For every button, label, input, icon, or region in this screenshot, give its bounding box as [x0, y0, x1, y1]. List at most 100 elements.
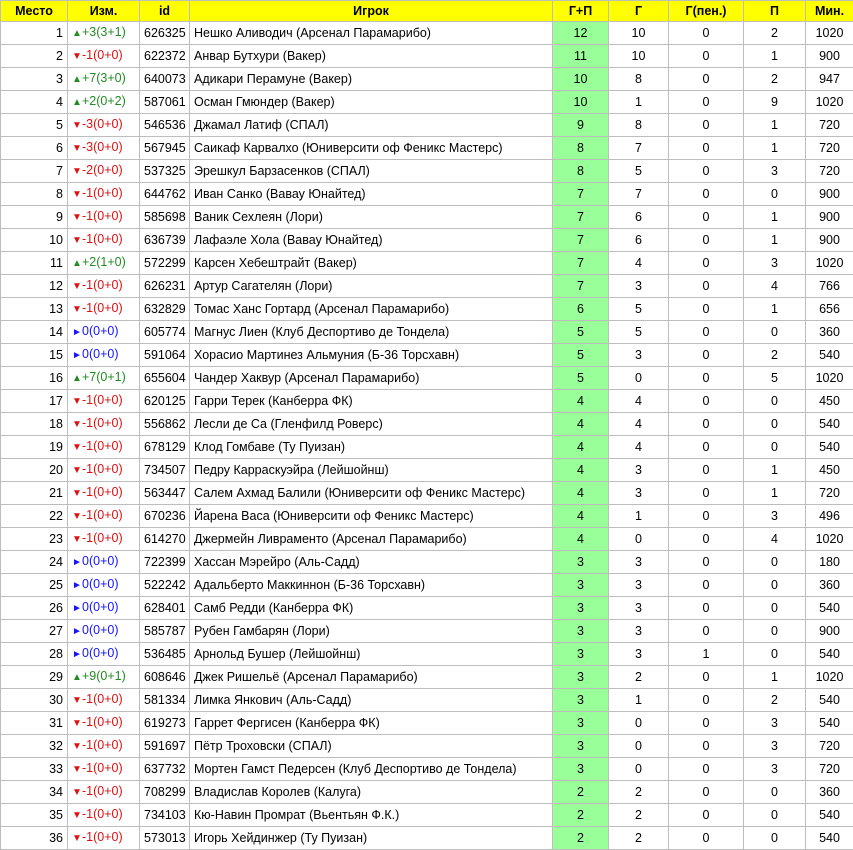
cell-penalty-goals: 0 — [669, 344, 744, 367]
cell-minutes: 360 — [806, 781, 853, 804]
triangle-right-icon: ► — [72, 598, 82, 619]
cell-goals-assists: 3 — [553, 689, 609, 712]
cell-goals-assists: 4 — [553, 413, 609, 436]
cell-player: Гарри Терек (Канберра ФК) — [190, 390, 553, 413]
table-row: 15►0(0+0)591064Хорасио Мартинез Альмуния… — [1, 344, 853, 367]
triangle-down-icon: ▼ — [72, 759, 82, 780]
change-value: -1(0+0) — [82, 830, 123, 844]
cell-id: 591064 — [140, 344, 190, 367]
triangle-down-icon: ▼ — [72, 782, 82, 803]
cell-goals: 3 — [609, 620, 669, 643]
cell-penalty-goals: 0 — [669, 275, 744, 298]
cell-player: Саикаф Карвалхо (Юниверсити оф Феникс Ма… — [190, 137, 553, 160]
cell-minutes: 947 — [806, 68, 853, 91]
cell-player: Иван Санко (Вавау Юнайтед) — [190, 183, 553, 206]
cell-goals-assists: 3 — [553, 735, 609, 758]
cell-penalty-goals: 0 — [669, 482, 744, 505]
cell-place: 24 — [1, 551, 68, 574]
triangle-down-icon: ▼ — [72, 460, 82, 481]
cell-place: 31 — [1, 712, 68, 735]
cell-change: ▲+2(1+0) — [68, 252, 140, 275]
triangle-down-icon: ▼ — [72, 805, 82, 826]
cell-goals-assists: 7 — [553, 229, 609, 252]
change-value: -3(0+0) — [82, 140, 123, 154]
table-row: 7▼-2(0+0)537325Эрешкул Барзасенков (СПАЛ… — [1, 160, 853, 183]
cell-goals: 3 — [609, 574, 669, 597]
cell-penalty-goals: 0 — [669, 252, 744, 275]
cell-assists: 0 — [744, 781, 806, 804]
change-value: -1(0+0) — [82, 508, 123, 522]
cell-penalty-goals: 0 — [669, 183, 744, 206]
cell-assists: 1 — [744, 206, 806, 229]
cell-id: 678129 — [140, 436, 190, 459]
cell-goals: 10 — [609, 45, 669, 68]
cell-place: 20 — [1, 459, 68, 482]
cell-player: Йарена Васа (Юниверсити оф Феникс Мастер… — [190, 505, 553, 528]
cell-id: 536485 — [140, 643, 190, 666]
cell-penalty-goals: 0 — [669, 68, 744, 91]
cell-change: ▼-1(0+0) — [68, 206, 140, 229]
cell-change: ▼-1(0+0) — [68, 827, 140, 850]
change-value: 0(0+0) — [82, 623, 118, 637]
change-value: -1(0+0) — [82, 232, 123, 246]
cell-goals-assists: 4 — [553, 436, 609, 459]
cell-minutes: 720 — [806, 114, 853, 137]
cell-id: 628401 — [140, 597, 190, 620]
cell-minutes: 720 — [806, 758, 853, 781]
change-value: -1(0+0) — [82, 186, 123, 200]
cell-place: 2 — [1, 45, 68, 68]
cell-player: Лесли де Са (Гленфилд Роверс) — [190, 413, 553, 436]
cell-minutes: 900 — [806, 183, 853, 206]
cell-penalty-goals: 0 — [669, 459, 744, 482]
cell-player: Самб Редди (Канберра ФК) — [190, 597, 553, 620]
cell-change: ▼-3(0+0) — [68, 114, 140, 137]
cell-change: ▼-1(0+0) — [68, 298, 140, 321]
cell-place: 30 — [1, 689, 68, 712]
table-row: 23▼-1(0+0)614270Джермейн Ливраменто (Арс… — [1, 528, 853, 551]
cell-goals-assists: 3 — [553, 551, 609, 574]
cell-minutes: 720 — [806, 160, 853, 183]
change-value: -1(0+0) — [82, 416, 123, 430]
cell-penalty-goals: 0 — [669, 91, 744, 114]
triangle-up-icon: ▲ — [72, 667, 82, 688]
cell-assists: 2 — [744, 68, 806, 91]
change-value: -1(0+0) — [82, 738, 123, 752]
cell-id: 556862 — [140, 413, 190, 436]
cell-assists: 1 — [744, 229, 806, 252]
cell-change: ►0(0+0) — [68, 643, 140, 666]
cell-goals: 4 — [609, 436, 669, 459]
cell-place: 25 — [1, 574, 68, 597]
cell-penalty-goals: 0 — [669, 689, 744, 712]
cell-penalty-goals: 0 — [669, 298, 744, 321]
cell-goals: 2 — [609, 666, 669, 689]
cell-penalty-goals: 0 — [669, 160, 744, 183]
cell-assists: 2 — [744, 344, 806, 367]
cell-assists: 3 — [744, 735, 806, 758]
cell-minutes: 1020 — [806, 252, 853, 275]
header-id: id — [140, 1, 190, 22]
change-value: 0(0+0) — [82, 324, 118, 338]
table-row: 19▼-1(0+0)678129Клод Гомбаве (Ту Пуизан)… — [1, 436, 853, 459]
header-goals: Г — [609, 1, 669, 22]
change-value: -1(0+0) — [82, 278, 123, 292]
cell-assists: 0 — [744, 827, 806, 850]
cell-id: 722399 — [140, 551, 190, 574]
triangle-down-icon: ▼ — [72, 529, 82, 550]
cell-assists: 0 — [744, 321, 806, 344]
cell-player: Лафаэле Хола (Вавау Юнайтед) — [190, 229, 553, 252]
cell-goals-assists: 2 — [553, 827, 609, 850]
scorers-table: Место Изм. id Игрок Г+П Г Г(пен.) П Мин.… — [0, 0, 853, 850]
triangle-down-icon: ▼ — [72, 46, 82, 67]
cell-place: 33 — [1, 758, 68, 781]
table-row: 26►0(0+0)628401Самб Редди (Канберра ФК)3… — [1, 597, 853, 620]
cell-penalty-goals: 0 — [669, 206, 744, 229]
change-value: -1(0+0) — [82, 784, 123, 798]
cell-id: 605774 — [140, 321, 190, 344]
cell-goals-assists: 8 — [553, 160, 609, 183]
change-value: -1(0+0) — [82, 439, 123, 453]
cell-change: ▼-1(0+0) — [68, 45, 140, 68]
cell-goals: 0 — [609, 735, 669, 758]
cell-goals: 4 — [609, 390, 669, 413]
cell-id: 708299 — [140, 781, 190, 804]
cell-place: 9 — [1, 206, 68, 229]
